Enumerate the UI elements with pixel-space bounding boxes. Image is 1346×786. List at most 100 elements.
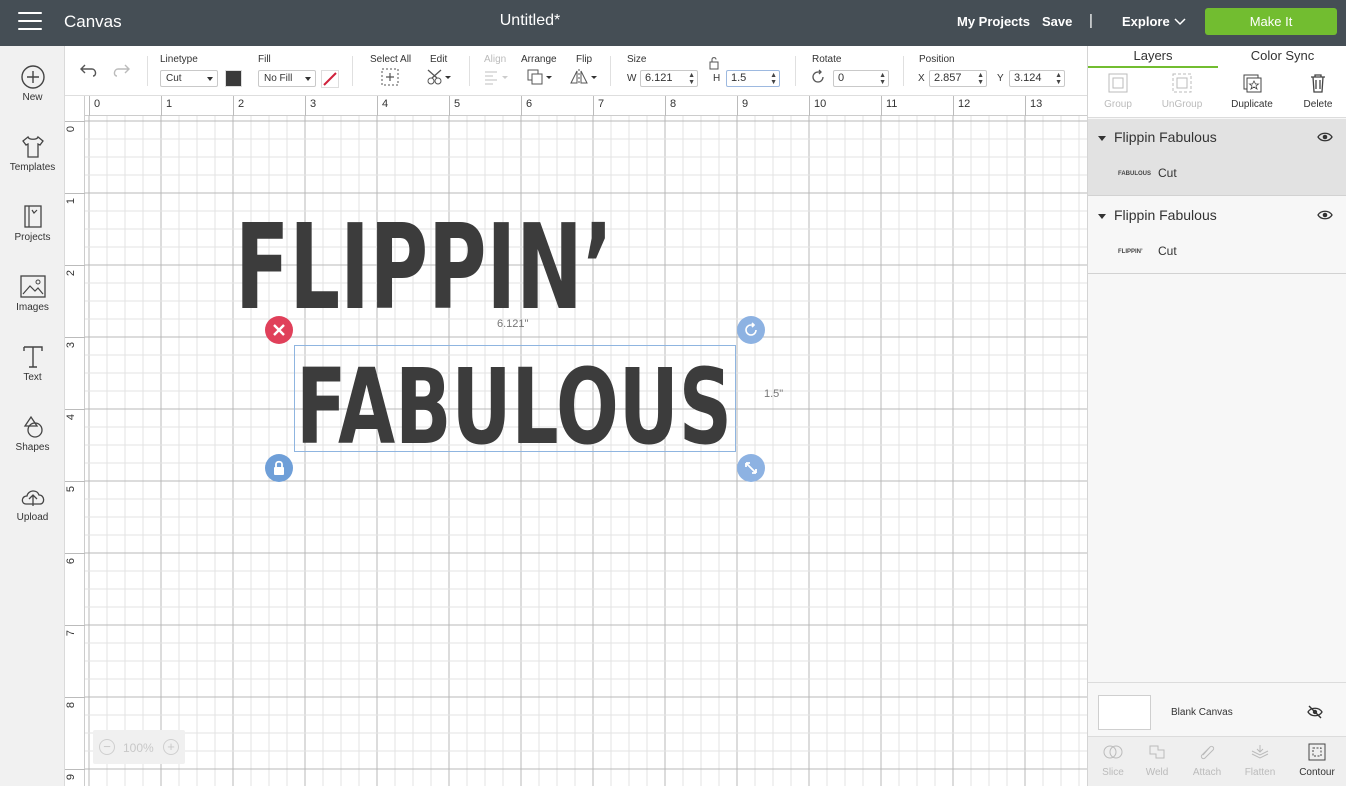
- slice-label: Slice: [1102, 767, 1124, 778]
- ruler-x-label: 7: [598, 98, 605, 110]
- sidebar-label-upload: Upload: [16, 512, 49, 523]
- ruler-tick: [89, 96, 90, 116]
- rotate-value: 0: [838, 72, 845, 84]
- layer-group-header[interactable]: Flippin Fabulous: [1098, 207, 1217, 223]
- linetype-select[interactable]: Cut: [160, 70, 218, 87]
- rotate-label: Rotate: [812, 54, 842, 65]
- my-projects-link[interactable]: My Projects: [957, 14, 1030, 29]
- ruler-tick: [161, 96, 162, 116]
- sidebar-item-new[interactable]: New: [0, 64, 65, 124]
- toolbar-divider: [352, 56, 353, 86]
- rotate-stepper-icon[interactable]: ▲ ▼: [879, 72, 886, 86]
- select-all-label: Select All: [370, 54, 412, 65]
- flip-label: Flip: [576, 54, 593, 65]
- duplicate-button[interactable]: Duplicate: [1222, 72, 1282, 110]
- position-y-input[interactable]: 3.124 ▲ ▼: [1009, 70, 1065, 87]
- position-x-input[interactable]: 2.857 ▲ ▼: [929, 70, 987, 87]
- sidebar-label-templates: Templates: [9, 162, 56, 173]
- slice-button: Slice: [1088, 743, 1138, 778]
- horizontal-ruler: 0 1 2 3 4 5 6 7 8 9 10 11 12 13: [65, 96, 1087, 116]
- chevron-down-icon[interactable]: [1174, 15, 1186, 27]
- edit-scissors-icon[interactable]: [426, 68, 452, 86]
- redo-icon[interactable]: [111, 62, 131, 78]
- arrange-icon[interactable]: [526, 68, 554, 86]
- zoom-out-button[interactable]: −: [99, 739, 115, 755]
- zoom-in-button[interactable]: +: [163, 739, 179, 755]
- ruler-tick: [881, 96, 882, 116]
- ruler-tick: [449, 96, 450, 116]
- align-icon: [485, 71, 508, 85]
- undo-icon[interactable]: [79, 62, 99, 78]
- ruler-y-label: 0: [65, 125, 78, 133]
- linetype-color-swatch[interactable]: [225, 70, 242, 87]
- sidebar-item-templates[interactable]: Templates: [0, 134, 65, 194]
- sidebar-item-projects[interactable]: Projects: [0, 204, 65, 264]
- blank-canvas-row[interactable]: Blank Canvas: [1088, 682, 1346, 736]
- layer-group-fabulous[interactable]: Flippin Fabulous FABULOUS Cut: [1088, 119, 1346, 196]
- explore-menu[interactable]: Explore: [1122, 14, 1170, 29]
- layer-group-flippin[interactable]: Flippin Fabulous FLIPPIN’ Cut: [1088, 197, 1346, 274]
- make-it-button[interactable]: Make It: [1205, 8, 1337, 35]
- width-stepper-icon[interactable]: ▲ ▼: [688, 72, 695, 86]
- position-y-value: 3.124: [1014, 72, 1042, 84]
- tab-color-sync[interactable]: Color Sync: [1218, 46, 1346, 68]
- tab-layers[interactable]: Layers: [1088, 46, 1218, 68]
- width-input[interactable]: 6.121 ▲ ▼: [640, 70, 698, 87]
- panel-tabs: Layers Color Sync: [1088, 46, 1346, 68]
- layer-linetype: Cut: [1158, 244, 1177, 258]
- select-all-icon[interactable]: [381, 68, 399, 86]
- x-stepper-icon[interactable]: ▲ ▼: [977, 72, 984, 86]
- layer-row[interactable]: FABULOUS Cut: [1118, 166, 1177, 180]
- flip-icon[interactable]: [569, 68, 599, 86]
- no-fill-swatch-icon[interactable]: [321, 70, 339, 88]
- sidebar-item-shapes[interactable]: Shapes: [0, 414, 65, 474]
- sidebar-item-images[interactable]: Images: [0, 274, 65, 334]
- ruler-tick: [809, 96, 810, 116]
- layer-group-name: Flippin Fabulous: [1114, 129, 1217, 145]
- resize-handle-icon[interactable]: [736, 453, 766, 483]
- linetype-label: Linetype: [160, 54, 198, 65]
- fabulous-text-object[interactable]: FABULOUS: [294, 343, 736, 453]
- blank-canvas-label: Blank Canvas: [1171, 707, 1233, 718]
- rotate-input[interactable]: 0 ▲ ▼: [833, 70, 889, 87]
- rotate-handle-icon[interactable]: [736, 315, 766, 345]
- edit-label: Edit: [430, 54, 448, 65]
- collapse-triangle-icon[interactable]: [1098, 213, 1106, 219]
- lock-handle-icon[interactable]: [264, 453, 294, 483]
- fill-label: Fill: [258, 54, 271, 65]
- height-stepper-icon[interactable]: ▲ ▼: [770, 72, 777, 86]
- eye-icon[interactable]: [1317, 131, 1333, 143]
- ruler-tick: [521, 96, 522, 116]
- left-sidebar: New Templates Projects Images Text Shape…: [0, 46, 65, 786]
- save-button[interactable]: Save: [1042, 14, 1072, 29]
- layer-group-header[interactable]: Flippin Fabulous: [1098, 129, 1217, 145]
- delete-button[interactable]: Delete: [1288, 72, 1346, 110]
- attach-label: Attach: [1192, 767, 1222, 778]
- ruler-x-label: 11: [886, 98, 898, 110]
- ungroup-button: UnGroup: [1152, 72, 1212, 110]
- collapse-triangle-icon[interactable]: [1098, 135, 1106, 141]
- notebook-icon: [23, 205, 42, 228]
- lock-aspect-icon[interactable]: [708, 56, 720, 70]
- contour-button[interactable]: Contour: [1292, 743, 1342, 778]
- fill-select[interactable]: No Fill: [258, 70, 316, 87]
- position-x-value: 2.857: [934, 72, 962, 84]
- y-stepper-icon[interactable]: ▲ ▼: [1055, 72, 1062, 86]
- ruler-x-label: 6: [526, 98, 533, 110]
- sidebar-item-text[interactable]: Text: [0, 344, 65, 404]
- layer-row[interactable]: FLIPPIN’ Cut: [1118, 244, 1177, 258]
- flippin-text-object[interactable]: FLIPPIN’: [235, 196, 625, 326]
- ruler-tick: [65, 409, 85, 410]
- delete-handle-icon[interactable]: [264, 315, 294, 345]
- sidebar-item-upload[interactable]: Upload: [0, 484, 65, 544]
- bottom-tools: Slice Weld Attach Flatten Contour: [1088, 736, 1346, 786]
- weld-button: Weld: [1132, 743, 1182, 778]
- flippin-text: FLIPPIN’: [235, 198, 613, 326]
- height-input[interactable]: 1.5 ▲ ▼: [726, 70, 780, 87]
- blank-canvas-swatch[interactable]: [1098, 695, 1151, 730]
- eye-hidden-icon[interactable]: [1307, 705, 1323, 719]
- ruler-tick: [593, 96, 594, 116]
- eye-icon[interactable]: [1317, 209, 1333, 221]
- design-canvas[interactable]: 0 1 2 3 4 5 6 7 8 9 10 11 12 13 0123456789 FLIPPIN’ F…: [65, 96, 1087, 786]
- fabulous-text: FABULOUS: [296, 346, 732, 453]
